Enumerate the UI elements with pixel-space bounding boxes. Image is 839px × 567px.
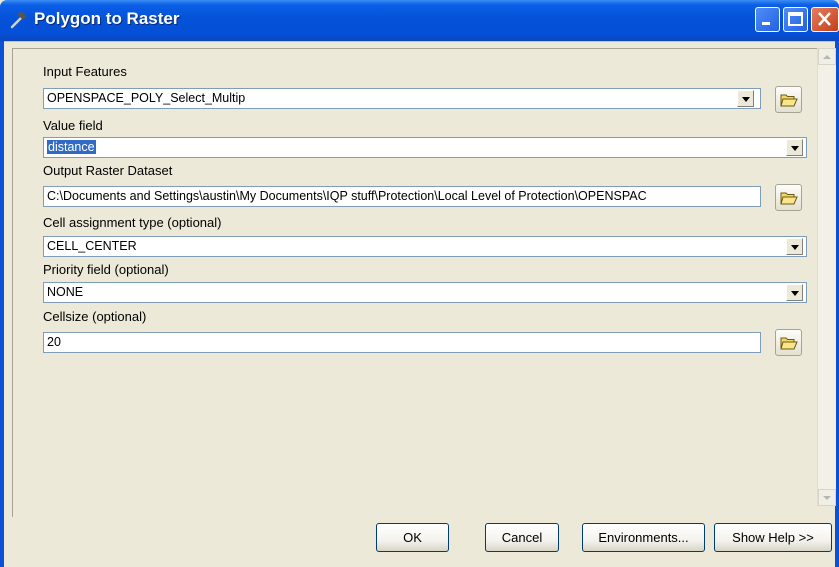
window-title: Polygon to Raster xyxy=(34,9,180,28)
title-bar[interactable]: Polygon to Raster xyxy=(0,0,839,41)
chevron-down-icon xyxy=(790,146,799,151)
hammer-icon xyxy=(10,10,27,29)
open-folder-icon xyxy=(779,337,798,349)
value-field-label: Value field xyxy=(43,118,103,133)
ok-button[interactable]: OK xyxy=(376,523,449,552)
value-field-value: distance xyxy=(47,140,96,154)
chevron-down-icon xyxy=(790,291,799,296)
minimize-button[interactable] xyxy=(755,7,780,32)
cell-assignment-combobox[interactable]: CELL_CENTER xyxy=(43,236,807,257)
open-folder-icon xyxy=(779,94,798,106)
cellsize-label: Cellsize (optional) xyxy=(43,309,147,324)
close-button[interactable] xyxy=(811,7,839,32)
scroll-up-button[interactable] xyxy=(818,48,836,65)
chevron-down-icon xyxy=(790,245,799,250)
input-features-dropdown-button[interactable] xyxy=(737,90,754,107)
close-icon xyxy=(818,12,831,26)
scroll-down-button[interactable] xyxy=(818,489,836,506)
maximize-icon xyxy=(788,12,803,26)
cellsize-value: 20 xyxy=(47,335,61,349)
output-raster-input[interactable]: C:\Documents and Settings\austin\My Docu… xyxy=(43,186,761,207)
chevron-down-icon xyxy=(741,97,750,102)
minimize-icon xyxy=(762,22,770,25)
cell-assignment-dropdown-button[interactable] xyxy=(786,238,803,255)
open-folder-icon xyxy=(779,192,798,204)
chevron-up-icon xyxy=(823,54,831,59)
maximize-button[interactable] xyxy=(783,7,808,32)
vertical-scrollbar[interactable] xyxy=(817,48,836,506)
cellsize-browse-button[interactable] xyxy=(775,329,802,356)
value-field-dropdown-button[interactable] xyxy=(786,139,803,156)
priority-field-label: Priority field (optional) xyxy=(43,262,169,277)
environments-button[interactable]: Environments... xyxy=(582,523,705,552)
input-features-value: OPENSPACE_POLY_Select_Multip xyxy=(47,91,246,105)
output-raster-browse-button[interactable] xyxy=(775,184,802,211)
input-features-combobox[interactable]: OPENSPACE_POLY_Select_Multip xyxy=(43,88,761,109)
show-help-button[interactable]: Show Help >> xyxy=(714,523,832,552)
value-field-combobox[interactable]: distance xyxy=(43,137,807,158)
priority-field-value: NONE xyxy=(47,285,84,299)
cell-assignment-label: Cell assignment type (optional) xyxy=(43,215,222,230)
input-features-label: Input Features xyxy=(43,64,127,79)
chevron-down-icon xyxy=(823,495,831,500)
priority-field-dropdown-button[interactable] xyxy=(786,284,803,301)
output-raster-value: C:\Documents and Settings\austin\My Docu… xyxy=(47,189,647,203)
priority-field-combobox[interactable]: NONE xyxy=(43,282,807,303)
output-raster-label: Output Raster Dataset xyxy=(43,163,173,178)
cell-assignment-value: CELL_CENTER xyxy=(47,239,137,253)
cellsize-input[interactable]: 20 xyxy=(43,332,761,353)
input-features-browse-button[interactable] xyxy=(775,86,802,113)
cancel-button[interactable]: Cancel xyxy=(485,523,559,552)
